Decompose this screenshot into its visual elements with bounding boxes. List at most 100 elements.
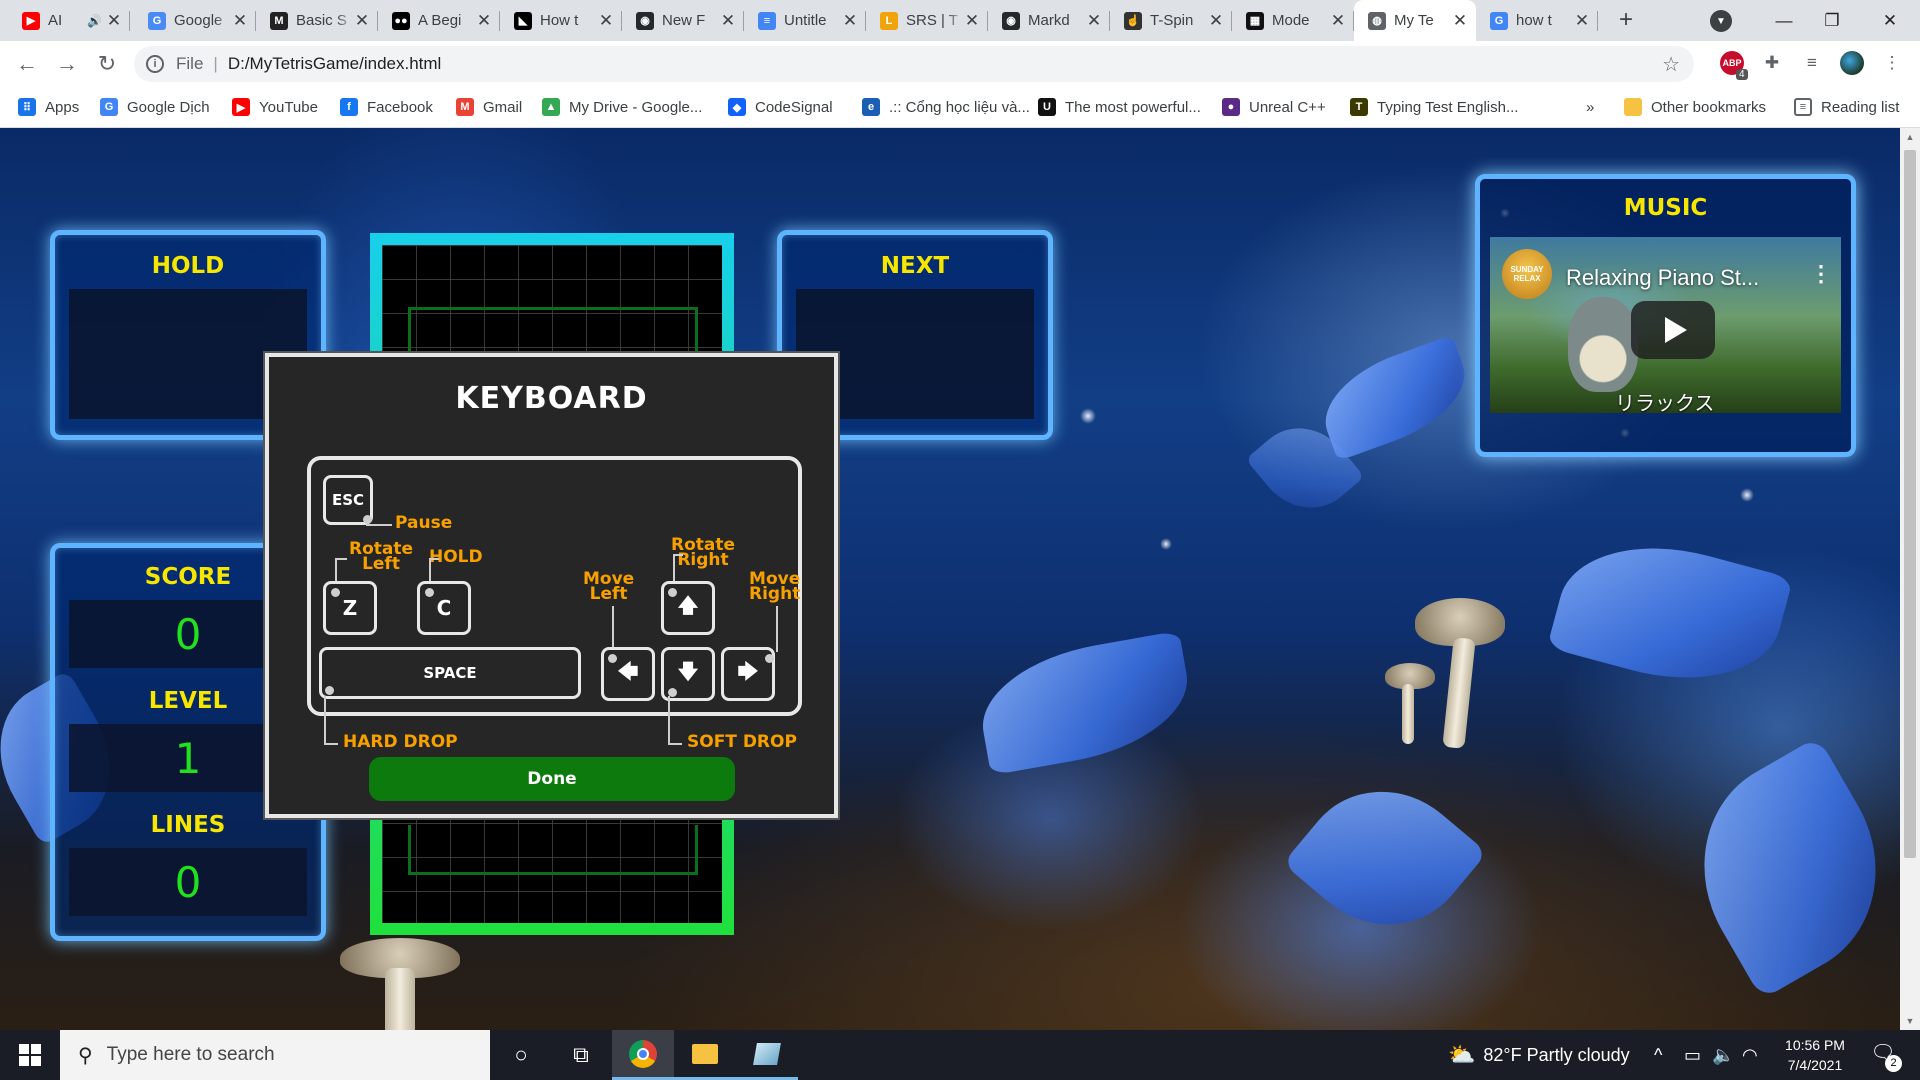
connector-line [335, 558, 347, 560]
bookmark-item[interactable]: ● Unreal C++ [1222, 87, 1326, 127]
browser-tab[interactable]: ●● A Begi ✕ [378, 0, 500, 41]
butterfly-decoration [1662, 736, 1900, 1000]
bookmark-item[interactable]: G Google Dịch [100, 87, 210, 127]
volume-icon[interactable]: 🔈 [1712, 1030, 1734, 1080]
scrollbar-thumb[interactable] [1904, 150, 1916, 858]
search-icon: ⚲ [78, 1044, 93, 1067]
tab-title: Markd [1028, 12, 1070, 29]
done-button[interactable]: Done [369, 757, 735, 801]
bookmark-star-icon[interactable]: ☆ [1662, 52, 1680, 77]
bookmark-item[interactable]: T Typing Test English... [1350, 87, 1518, 127]
start-button[interactable] [0, 1030, 60, 1080]
google-translate-icon: G [100, 98, 118, 116]
close-tab-icon[interactable]: ✕ [1452, 11, 1468, 31]
extensions-puzzle-icon[interactable]: ✚ [1760, 51, 1784, 75]
tab-strip: ▶ AI 🔊 ✕ G Google ✕ M Basic S ✕ ●● A Begi ✕ ◣ How t ✕ ◉ N… [0, 0, 1920, 41]
url-text[interactable]: D:/MyTetrisGame/index.html [228, 54, 442, 74]
new-tab-button[interactable]: + [1612, 6, 1640, 34]
video-caption: リラックス [1615, 391, 1715, 413]
browser-tab[interactable]: M Basic S ✕ [256, 0, 378, 41]
tab-search-icon[interactable]: ▼ [1710, 10, 1732, 32]
close-tab-icon[interactable]: ✕ [1208, 11, 1224, 31]
browser-tab[interactable]: ◣ How t ✕ [500, 0, 622, 41]
scroll-up-icon[interactable]: ▲ [1900, 128, 1920, 146]
close-tab-icon[interactable]: ✕ [476, 11, 492, 31]
profile-avatar[interactable] [1840, 51, 1864, 75]
file-explorer-taskbar-icon[interactable] [674, 1030, 736, 1080]
close-tab-icon[interactable]: ✕ [354, 11, 370, 31]
wifi-icon[interactable]: ◠ [1742, 1030, 1758, 1080]
unreal-icon: U [1038, 98, 1056, 116]
browser-tab[interactable]: L SRS | T ✕ [866, 0, 988, 41]
system-clock[interactable]: 10:56 PM 7/4/2021 [1770, 1035, 1860, 1075]
bookmark-item[interactable]: U The most powerful... [1038, 87, 1201, 127]
close-tab-icon[interactable]: ✕ [1330, 11, 1346, 31]
address-bar[interactable]: i File | D:/MyTetrisGame/index.html ☆ [134, 46, 1694, 82]
close-tab-icon[interactable]: ✕ [1574, 11, 1590, 31]
chrome-taskbar-icon[interactable] [612, 1030, 674, 1080]
browser-menu-icon[interactable]: ⋮ [1880, 51, 1904, 75]
browser-tab[interactable]: ▦ Mode ✕ [1232, 0, 1354, 41]
close-window-icon[interactable]: ✕ [1866, 0, 1914, 41]
unreal-cpp-icon: ● [1222, 98, 1240, 116]
site-info-icon[interactable]: i [146, 55, 164, 73]
close-tab-icon[interactable]: ✕ [232, 11, 248, 31]
task-view-icon[interactable]: ⧉ [550, 1030, 612, 1080]
browser-tab[interactable]: ▶ AI 🔊 ✕ [8, 0, 130, 41]
browser-tab[interactable]: G Google ✕ [134, 0, 256, 41]
cortana-icon[interactable]: ○ [490, 1030, 552, 1080]
app-taskbar-icon[interactable] [736, 1030, 798, 1080]
reading-list-button[interactable]: ≡ Reading list [1794, 87, 1899, 127]
media-control-icon[interactable]: ≡ [1800, 51, 1824, 75]
close-tab-icon[interactable]: ✕ [842, 11, 858, 31]
browser-tab[interactable]: ◍ My Te ✕ [1354, 0, 1476, 41]
music-video-player[interactable]: SUNDAY RELAX Relaxing Piano St... ⋮ リラック… [1490, 237, 1841, 413]
folder-icon [692, 1043, 718, 1064]
back-icon[interactable]: ← [12, 49, 42, 79]
channel-avatar[interactable]: SUNDAY RELAX [1502, 249, 1552, 299]
butterfly-decoration [1310, 334, 1480, 462]
bookmark-item[interactable]: M Gmail [456, 87, 522, 127]
modal-title: KEYBOARD [455, 381, 648, 416]
close-tab-icon[interactable]: ✕ [1086, 11, 1102, 31]
minimize-icon[interactable]: — [1760, 0, 1808, 41]
google-docs-icon: G [148, 11, 166, 30]
tab-audio-icon[interactable]: 🔊 [87, 14, 102, 28]
scroll-down-icon[interactable]: ▼ [1900, 1012, 1920, 1030]
bookmark-item[interactable]: ▲ My Drive - Google... [542, 87, 702, 127]
close-tab-icon[interactable]: ✕ [106, 11, 122, 31]
taskbar-search[interactable]: ⚲ Type here to search [60, 1030, 490, 1080]
browser-tab[interactable]: ☝ T-Spin ✕ [1110, 0, 1232, 41]
show-hidden-icons-icon[interactable]: ^ [1654, 1030, 1662, 1080]
bookmark-item[interactable]: e .:: Cổng học liệu và... [862, 87, 1030, 127]
browser-tab[interactable]: ◉ New F ✕ [622, 0, 744, 41]
page-scrollbar[interactable]: ▲ ▼ [1900, 128, 1920, 1030]
mushroom-decoration [1442, 637, 1476, 749]
bookmarks-overflow-button[interactable]: » [1586, 87, 1594, 127]
browser-tab[interactable]: ≡ Untitle ✕ [744, 0, 866, 41]
close-tab-icon[interactable]: ✕ [964, 11, 980, 31]
weather-widget[interactable]: ⛅ 82°F Partly cloudy [1448, 1030, 1630, 1080]
bookmark-item[interactable]: ⠿ Apps [18, 87, 79, 127]
maximize-icon[interactable]: ❐ [1808, 0, 1856, 41]
play-button[interactable] [1631, 301, 1715, 359]
bookmark-item[interactable]: f Facebook [340, 87, 433, 127]
browser-tab[interactable]: Ghow t ✕ [1476, 0, 1598, 41]
video-title[interactable]: Relaxing Piano St... [1566, 265, 1759, 291]
reload-icon[interactable]: ↻ [92, 49, 122, 79]
video-menu-icon[interactable]: ⋮ [1810, 261, 1832, 287]
battery-icon[interactable]: ▭ [1684, 1030, 1701, 1080]
bookmark-label: CodeSignal [755, 98, 833, 116]
bookmark-item[interactable]: ◆ CodeSignal [728, 87, 833, 127]
film-icon: ▦ [1246, 11, 1264, 30]
browser-tab[interactable]: ◉ Markd ✕ [988, 0, 1110, 41]
other-bookmarks-folder[interactable]: Other bookmarks [1624, 87, 1766, 127]
forward-icon[interactable]: → [52, 49, 82, 79]
move-right-label: Move Right [749, 569, 801, 604]
space-key: SPACE [319, 647, 581, 699]
butterfly-decoration [1282, 756, 1488, 960]
bookmark-item[interactable]: ▶ YouTube [232, 87, 318, 127]
notifications-icon[interactable]: 🗨 2 [1868, 1040, 1902, 1072]
close-tab-icon[interactable]: ✕ [598, 11, 614, 31]
close-tab-icon[interactable]: ✕ [720, 11, 736, 31]
